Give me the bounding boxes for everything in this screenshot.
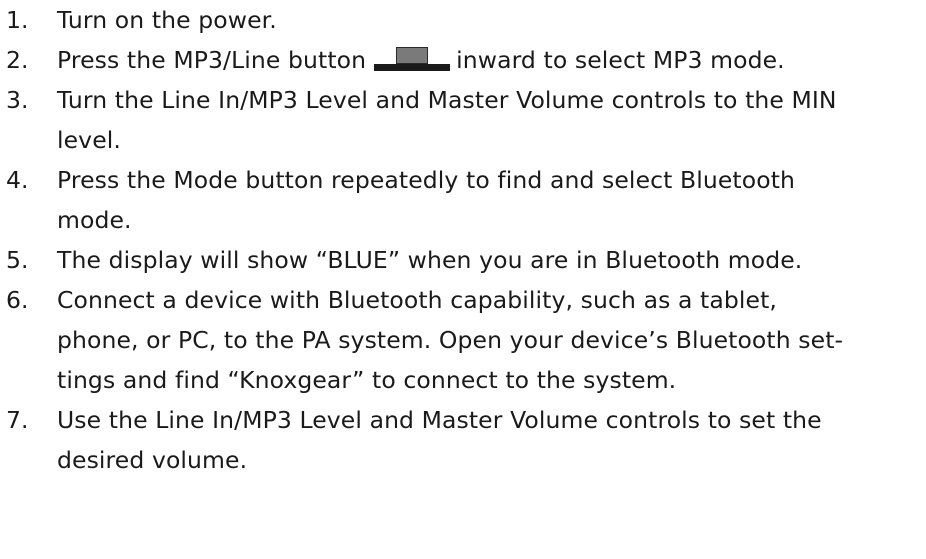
step-number: 5. xyxy=(6,246,29,274)
step-text-line: Press the Mode button repeatedly to find… xyxy=(57,166,796,194)
step-text: Turn on the power. xyxy=(57,6,277,34)
step-number: 4. xyxy=(6,166,29,194)
step-4: 4. Press the Mode button repeatedly to f… xyxy=(0,160,926,240)
step-number: 3. xyxy=(6,86,29,114)
step-text-before-icon: Press the MP3/Line button xyxy=(57,46,367,74)
step-text-line: tings and find “Knoxgear” to connect to … xyxy=(57,366,677,394)
step-number: 2. xyxy=(6,46,29,74)
step-text-line: Use the Line In/MP3 Level and Master Vol… xyxy=(57,406,822,434)
step-text-line: mode. xyxy=(57,206,132,234)
step-text-line: level. xyxy=(57,126,121,154)
step-2: 2. Press the MP3/Line button inward to se… xyxy=(0,40,926,80)
step-text-line: Connect a device with Bluetooth capabili… xyxy=(57,286,777,314)
step-text-line: Turn the Line In/MP3 Level and Master Vo… xyxy=(57,86,837,114)
step-number: 1. xyxy=(6,6,29,34)
step-7: 7. Use the Line In/MP3 Level and Master … xyxy=(0,400,926,480)
step-3: 3. Turn the Line In/MP3 Level and Master… xyxy=(0,80,926,160)
step-number: 6. xyxy=(6,286,29,314)
step-5: 5. The display will show “BLUE” when you… xyxy=(0,240,926,280)
step-text: The display will show “BLUE” when you ar… xyxy=(57,246,803,274)
instruction-list: 1. Turn on the power. 2. Press the MP3/L… xyxy=(0,0,926,480)
step-text-line: phone, or PC, to the PA system. Open you… xyxy=(57,326,844,354)
step-6: 6. Connect a device with Bluetooth capab… xyxy=(0,280,926,400)
step-1: 1. Turn on the power. xyxy=(0,0,926,40)
step-text-line: desired volume. xyxy=(57,446,248,474)
step-text-after-icon: inward to select MP3 mode. xyxy=(456,46,785,74)
step-number: 7. xyxy=(6,406,29,434)
mp3-line-button-icon xyxy=(374,47,451,71)
